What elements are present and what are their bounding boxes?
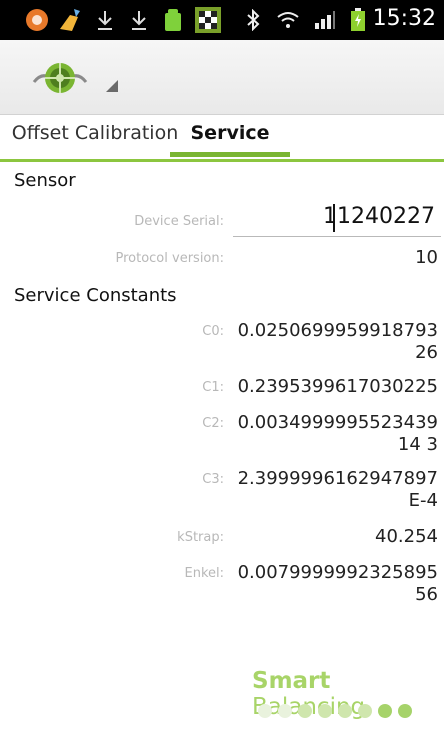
kstrap-label: kStrap: <box>177 530 224 545</box>
protocol-version-label: Protocol version: <box>115 251 224 266</box>
signal-icon <box>314 8 336 32</box>
c1-value: 0.2395399617030225 <box>237 376 438 397</box>
brand-dot <box>318 704 332 718</box>
android-icon <box>162 8 184 32</box>
enkel-label: Enkel: <box>184 566 224 581</box>
c0-value: 0.025069995991879326 <box>237 320 438 363</box>
brand-dots <box>258 704 412 718</box>
tab-selected-indicator <box>170 152 290 157</box>
tab-offset-calibration[interactable]: Offset Calibration <box>10 122 180 158</box>
section-header-sensor: Sensor <box>14 170 76 191</box>
kstrap-value: 40.254 <box>375 526 438 547</box>
brand-dot <box>298 704 312 718</box>
bluetooth-icon <box>246 8 260 32</box>
device-serial-input[interactable]: 11240227 <box>233 200 441 237</box>
brand-dot <box>258 704 272 718</box>
status-time: 15:32 <box>372 6 436 31</box>
notification-badge-icon <box>24 8 50 32</box>
download-icon <box>130 8 148 32</box>
c3-label: C3: <box>202 472 224 487</box>
device-serial-value: 11240227 <box>323 204 435 229</box>
battery-icon <box>350 8 366 32</box>
brand-dot <box>338 704 352 718</box>
brand-dot <box>398 704 412 718</box>
checkered-flag-icon <box>194 7 222 33</box>
brand-dot <box>378 704 392 718</box>
brand-dot <box>358 704 372 718</box>
section-header-service-constants: Service Constants <box>14 285 177 306</box>
protocol-version-value: 10 <box>415 247 438 268</box>
tab-bar: Offset Calibration Service <box>0 116 444 162</box>
dropdown-indicator-icon[interactable] <box>106 80 118 92</box>
c2-value: 0.003499999552343914 3 <box>237 412 438 455</box>
brand-text-smart: Smart <box>252 668 331 694</box>
brand-dot <box>278 704 292 718</box>
download-icon <box>96 8 114 32</box>
device-serial-label: Device Serial: <box>134 214 224 229</box>
c2-label: C2: <box>202 416 224 431</box>
c3-value: 2.3999996162947897E-4 <box>237 468 438 511</box>
wifi-icon <box>276 8 300 32</box>
app-logo-icon[interactable] <box>32 58 88 98</box>
c1-label: C1: <box>202 380 224 395</box>
status-bar: 15:32 <box>0 0 444 40</box>
enkel-value: 0.007999999232589556 <box>237 562 438 605</box>
broom-icon <box>56 8 84 32</box>
action-bar <box>0 40 444 115</box>
c0-label: C0: <box>202 324 224 339</box>
tab-divider <box>0 159 444 162</box>
